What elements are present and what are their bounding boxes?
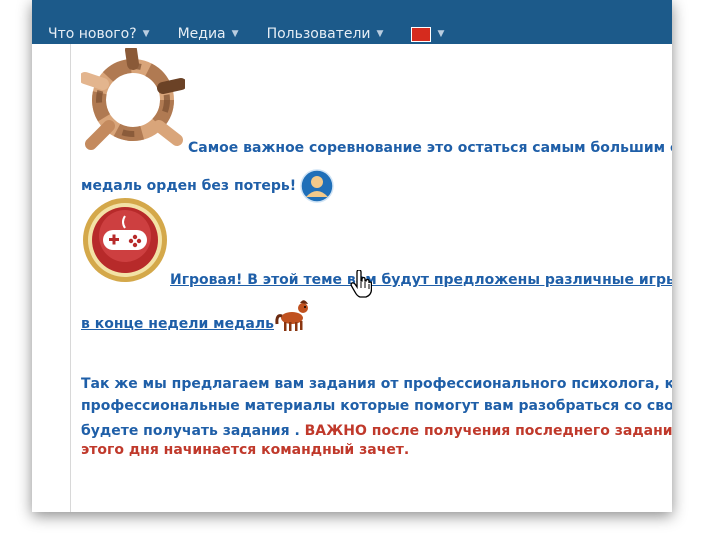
browser-window: Что нового? ▼ Медиа ▼ Пользователи ▼ ▼ Само…	[32, 0, 672, 512]
chevron-down-icon: ▼	[376, 29, 384, 39]
game-topic-link[interactable]: Игровая! В этой теме вам будут предложен…	[170, 272, 672, 288]
chevron-down-icon: ▼	[231, 29, 239, 39]
user-avatar-icon	[300, 169, 334, 203]
post-paragraph-3-line-3: будете получать задания . ВАЖНО после по…	[81, 420, 672, 439]
gamepad-badge-icon[interactable]	[81, 196, 169, 284]
nav-media[interactable]: Медиа ▼	[164, 24, 253, 44]
nav-language[interactable]: ▼	[397, 24, 458, 44]
top-navigation: Что нового? ▼ Медиа ▼ Пользователи ▼ ▼	[32, 0, 672, 44]
post-paragraph-1-line-2: медаль орден без потерь!	[81, 178, 297, 194]
post-paragraph-3-line-2: профессиональные материалы которые помог…	[81, 398, 672, 414]
hand-pointer-cursor-icon	[350, 270, 372, 298]
nav-users[interactable]: Пользователи ▼	[253, 24, 398, 44]
pony-icon	[275, 300, 308, 331]
nav-whats-new[interactable]: Что нового? ▼	[32, 24, 164, 44]
post-paragraph-3-line-4: этого дня начинается командный зачет.	[81, 442, 410, 458]
post-paragraph-3-line-1: Так же мы предлагаем вам задания от проф…	[81, 376, 672, 392]
post-paragraph-3-line-3-blue: будете получать задания .	[81, 423, 305, 439]
post-content: Самое важное соревнование это остаться с…	[32, 44, 672, 512]
chevron-down-icon: ▼	[437, 29, 445, 39]
game-topic-link-continuation[interactable]: в конце недели медаль	[81, 316, 274, 332]
game-topic-link-line-2-row[interactable]: в конце недели медаль	[81, 298, 312, 332]
game-topic-link-line-1[interactable]: Игровая! В этой теме вам будут предложен…	[170, 269, 672, 288]
chevron-down-icon: ▼	[142, 29, 150, 39]
hands-circle-icon	[81, 48, 185, 152]
flag-icon	[411, 26, 432, 42]
important-notice: ВАЖНО после получения последнего задания…	[304, 423, 672, 439]
post-paragraph-1-line-1: Самое важное соревнование это остаться с…	[188, 140, 672, 156]
